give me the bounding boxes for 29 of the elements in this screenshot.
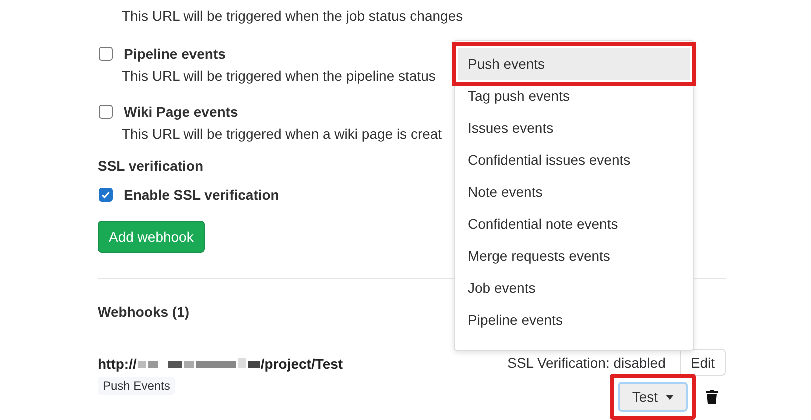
menu-item[interactable]: Confidential issues events <box>455 144 693 176</box>
event-tag: Push Events <box>98 377 176 395</box>
trigger-description: This URL will be triggered when the job status changes <box>122 7 464 25</box>
section-heading: Webhooks (1) <box>98 303 190 321</box>
section-heading: SSL verification <box>98 157 204 176</box>
menu-item[interactable]: Pipeline events <box>455 304 693 336</box>
test-dropdown-button[interactable]: Test <box>618 382 688 412</box>
checkbox[interactable] <box>99 105 113 119</box>
edit-button[interactable]: Edit <box>680 349 726 376</box>
checkbox[interactable] <box>99 47 113 61</box>
trigger-description: This URL will be triggered when the pipeline status <box>122 67 436 85</box>
menu-item[interactable]: Job events <box>455 272 693 304</box>
checkbox[interactable] <box>99 188 113 202</box>
menu-item[interactable]: Push events <box>458 48 690 80</box>
menu-item[interactable]: Issues events <box>455 112 693 144</box>
trigger-description: This URL will be triggered when a wiki page is creat <box>122 125 442 143</box>
menu-item[interactable]: Merge requests events <box>455 240 693 272</box>
menu-item[interactable]: Confidential note events <box>455 208 693 240</box>
menu-item[interactable]: Tag push events <box>455 80 693 112</box>
menu-item[interactable]: Note events <box>455 176 693 208</box>
trigger-label: Pipeline events <box>124 46 226 62</box>
ssl-status: SSL Verification: disabled <box>508 354 666 370</box>
checkbox-label: Enable SSL verification <box>124 187 280 203</box>
caret-icon <box>666 394 674 400</box>
delete-icon[interactable] <box>706 390 718 404</box>
trigger-label: Wiki Page events <box>124 104 238 120</box>
check-icon <box>101 190 111 200</box>
webhook-url: http:// <box>98 355 137 373</box>
webhook-url: /project/Test <box>260 355 344 373</box>
